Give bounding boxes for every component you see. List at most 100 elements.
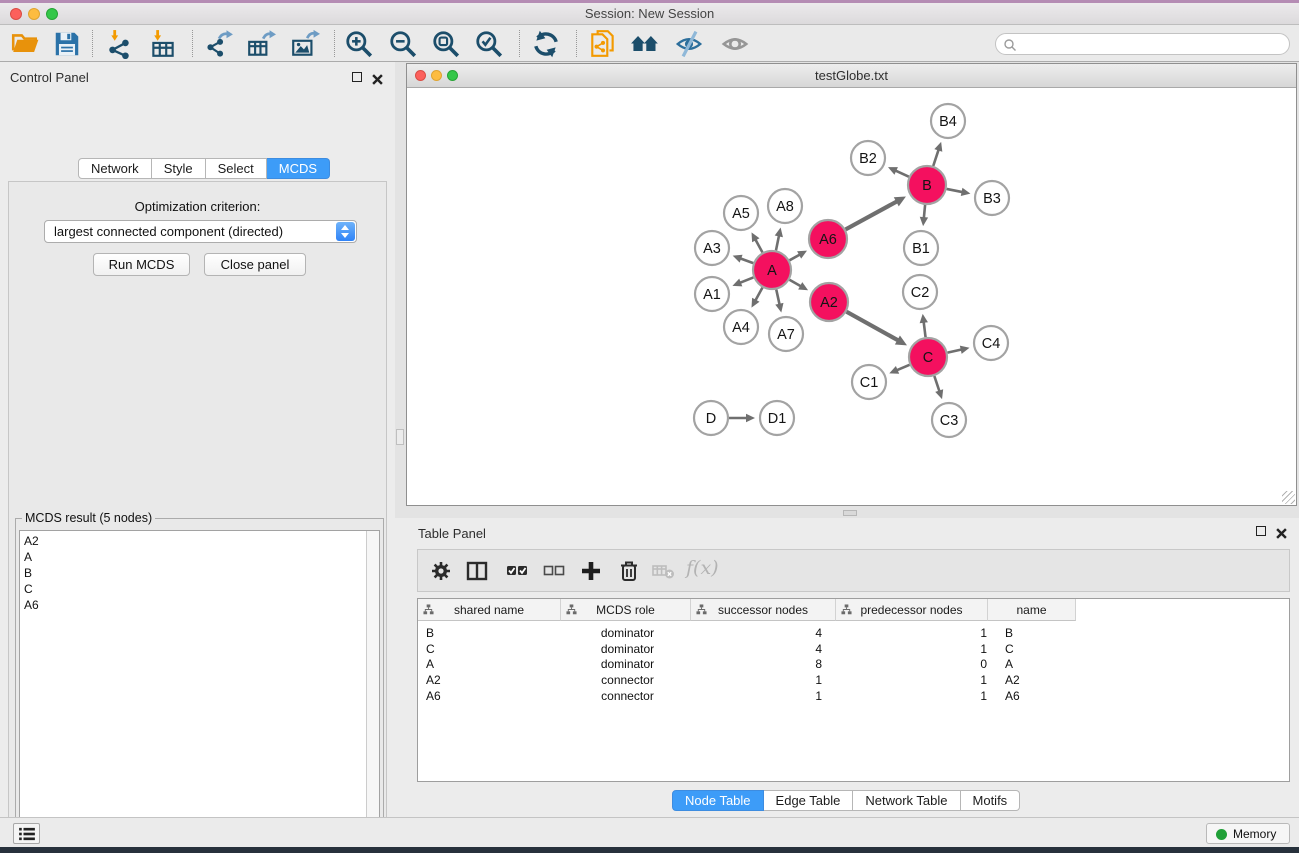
cell-successor-nodes[interactable]: 1: [693, 688, 839, 704]
cell-name[interactable]: B: [992, 625, 1081, 641]
optimization-criterion-select[interactable]: largest connected component (directed): [44, 220, 357, 243]
float-panel-icon[interactable]: [1256, 526, 1266, 536]
edge-B-B3[interactable]: [947, 189, 964, 192]
edge-C-C2[interactable]: [924, 321, 926, 337]
mcds-result-item[interactable]: A: [20, 549, 379, 565]
tab-style[interactable]: Style: [152, 158, 206, 179]
refresh-layout-icon[interactable]: [531, 29, 561, 59]
network-canvas[interactable]: B4B2BB3A5A8A6A3B1AA1C2A2A4A7CC4C1C3DD1: [407, 89, 1296, 505]
cell-name[interactable]: C: [992, 641, 1081, 657]
tab-edge-table[interactable]: Edge Table: [764, 790, 854, 811]
mcds-result-item[interactable]: A2: [20, 533, 379, 549]
delete-columns-icon[interactable]: [617, 559, 641, 583]
tab-motifs[interactable]: Motifs: [961, 790, 1021, 811]
add-column-icon[interactable]: [579, 559, 603, 583]
cell-shared-name[interactable]: C: [418, 641, 562, 657]
edge-C-C1[interactable]: [896, 365, 910, 371]
edge-A-A2[interactable]: [789, 280, 802, 287]
cell-predecessor-nodes[interactable]: 1: [839, 625, 992, 641]
cell-predecessor-nodes[interactable]: 1: [839, 672, 992, 688]
search-input[interactable]: [1022, 35, 1282, 53]
memory-button[interactable]: Memory: [1206, 823, 1290, 844]
column-header-successor-nodes[interactable]: successor nodes: [691, 599, 836, 621]
edge-B-B4[interactable]: [933, 149, 939, 166]
zoom-in-icon[interactable]: [344, 29, 374, 59]
table-row-A2[interactable]: A2connector11A2: [418, 672, 1081, 688]
table-row-A[interactable]: Adominator80A: [418, 656, 1081, 672]
window-resize-grip[interactable]: [1282, 491, 1295, 504]
edge-B-B1[interactable]: [924, 205, 925, 219]
cell-MCDS-role[interactable]: dominator: [562, 656, 693, 672]
export-table-icon[interactable]: [246, 29, 276, 59]
edge-A-A3[interactable]: [739, 258, 753, 263]
edge-A-A8[interactable]: [776, 234, 779, 250]
cell-predecessor-nodes[interactable]: 0: [839, 656, 992, 672]
cell-MCDS-role[interactable]: dominator: [562, 641, 693, 657]
mcds-result-item[interactable]: C: [20, 581, 379, 597]
mcds-result-list[interactable]: A2ABCA6: [19, 530, 380, 853]
network-graph[interactable]: B4B2BB3A5A8A6A3B1AA1C2A2A4A7CC4C1C3DD1: [407, 89, 1296, 505]
edge-A-A4[interactable]: [755, 288, 763, 302]
cell-MCDS-role[interactable]: connector: [562, 688, 693, 704]
edge-C-C4[interactable]: [948, 349, 963, 352]
show-column-panel-icon[interactable]: [465, 559, 489, 583]
column-header-name[interactable]: name: [988, 599, 1076, 621]
cell-successor-nodes[interactable]: 4: [693, 641, 839, 657]
cell-successor-nodes[interactable]: 4: [693, 625, 839, 641]
cell-successor-nodes[interactable]: 8: [693, 656, 839, 672]
open-folder-icon[interactable]: [10, 29, 40, 59]
cell-successor-nodes[interactable]: 1: [693, 672, 839, 688]
cell-name[interactable]: A2: [992, 672, 1081, 688]
export-image-icon[interactable]: [290, 29, 320, 59]
table-row-A6[interactable]: A6connector11A6: [418, 688, 1081, 704]
cell-name[interactable]: A6: [992, 688, 1081, 704]
select-all-checkboxes-icon[interactable]: [505, 559, 529, 583]
close-panel-icon[interactable]: [1276, 526, 1287, 537]
import-network-icon[interactable]: [104, 29, 134, 59]
import-table-icon[interactable]: [148, 29, 178, 59]
table-options-gear-icon[interactable]: [429, 559, 453, 583]
tab-mcds[interactable]: MCDS: [267, 158, 330, 179]
run-mcds-button[interactable]: Run MCDS: [93, 253, 190, 276]
tab-node-table[interactable]: Node Table: [672, 790, 764, 811]
zoom-out-icon[interactable]: [388, 29, 418, 59]
cell-MCDS-role[interactable]: dominator: [562, 625, 693, 641]
edge-A2-C[interactable]: [846, 312, 899, 341]
mcds-result-item[interactable]: B: [20, 565, 379, 581]
hide-graphics-details-icon[interactable]: [674, 29, 704, 59]
network-window-titlebar[interactable]: testGlobe.txt: [407, 64, 1296, 88]
table-row-C[interactable]: Cdominator41C: [418, 641, 1081, 657]
list-scrollbar[interactable]: [366, 531, 379, 853]
edge-A-A7[interactable]: [776, 290, 780, 306]
tab-network[interactable]: Network: [78, 158, 152, 179]
export-network-icon[interactable]: [204, 29, 234, 59]
cell-predecessor-nodes[interactable]: 1: [839, 688, 992, 704]
tab-select[interactable]: Select: [206, 158, 267, 179]
edge-A6-B[interactable]: [846, 201, 898, 230]
cell-name[interactable]: A: [992, 656, 1081, 672]
zoom-fit-icon[interactable]: [431, 29, 461, 59]
edge-C-C3[interactable]: [934, 376, 940, 393]
cell-shared-name[interactable]: A6: [418, 688, 562, 704]
split-divider-handle[interactable]: [396, 429, 404, 445]
close-panel-icon[interactable]: [372, 72, 383, 83]
column-header-shared-name[interactable]: shared name: [418, 599, 561, 621]
cell-shared-name[interactable]: A2: [418, 672, 562, 688]
column-header-predecessor-nodes[interactable]: predecessor nodes: [836, 599, 988, 621]
float-panel-icon[interactable]: [352, 72, 362, 82]
cell-shared-name[interactable]: A: [418, 656, 562, 672]
table-row-B[interactable]: Bdominator41B: [418, 625, 1081, 641]
deselect-all-checkboxes-icon[interactable]: [542, 559, 566, 583]
go-home-icon[interactable]: [630, 29, 660, 59]
new-network-document-icon[interactable]: [588, 29, 618, 59]
split-divider-handle[interactable]: [843, 510, 857, 516]
edge-A-A1[interactable]: [739, 277, 754, 283]
cell-shared-name[interactable]: B: [418, 625, 562, 641]
column-header-MCDS-role[interactable]: MCDS role: [561, 599, 691, 621]
show-graphics-details-icon[interactable]: [720, 29, 750, 59]
close-panel-button[interactable]: Close panel: [204, 253, 306, 276]
task-history-button[interactable]: [13, 823, 40, 844]
edge-B-B2[interactable]: [894, 170, 908, 177]
cell-predecessor-nodes[interactable]: 1: [839, 641, 992, 657]
tab-network-table[interactable]: Network Table: [853, 790, 960, 811]
